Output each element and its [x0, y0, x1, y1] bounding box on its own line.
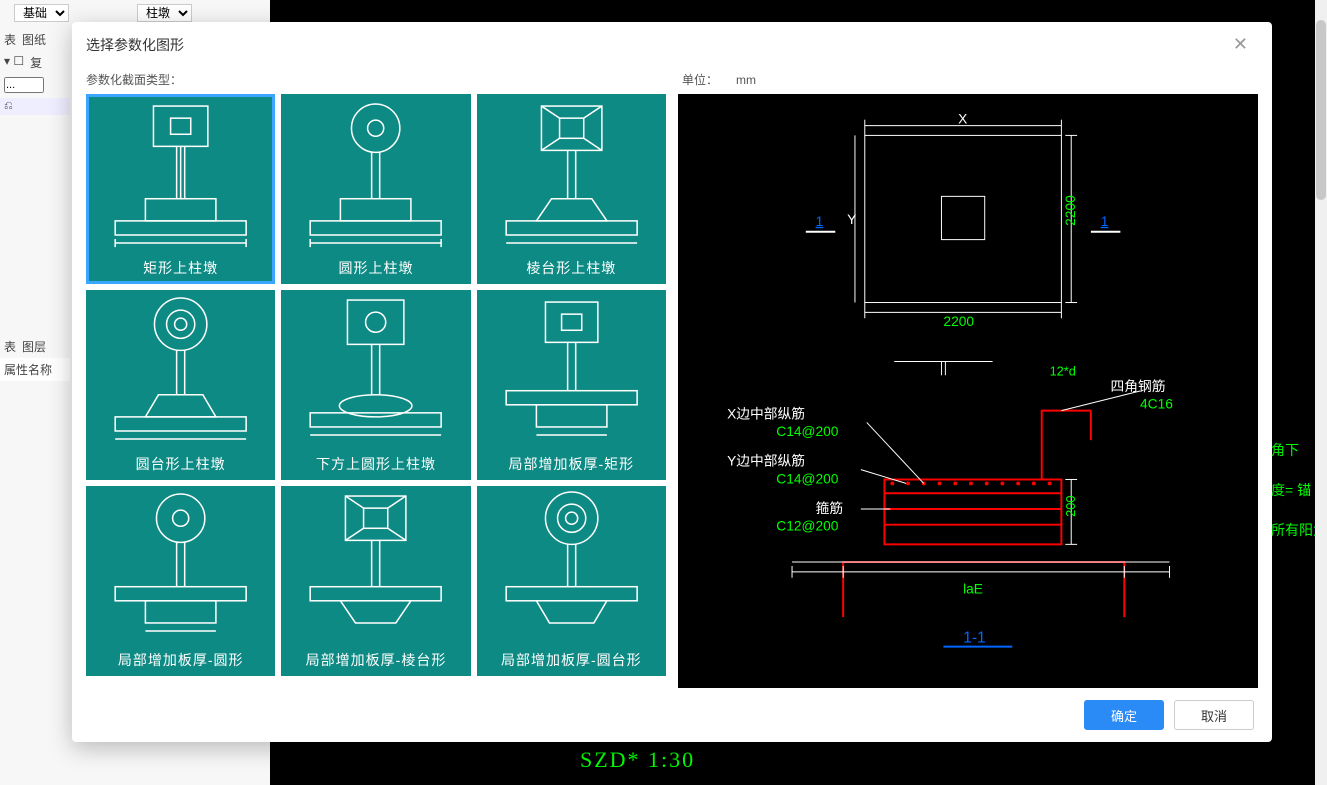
svg-text:C12@200: C12@200: [776, 519, 838, 534]
tile-label: 局部增加板厚-圆台形: [501, 650, 642, 670]
bg-dropdown-basic[interactable]: 基础: [14, 4, 69, 22]
cancel-button[interactable]: 取消: [1174, 700, 1254, 730]
tile-thicken-frustum[interactable]: 局部增加板厚-棱台形: [281, 486, 470, 676]
section-type-label: 参数化截面类型：: [86, 71, 666, 88]
tile-below-circle-top[interactable]: 下方上圆形上柱墩: [281, 290, 470, 480]
tile-thicken-circle[interactable]: 局部增加板厚-圆形: [86, 486, 275, 676]
svg-text:C14@200: C14@200: [776, 424, 838, 439]
svg-text:X边中部纵筋: X边中部纵筋: [727, 406, 805, 422]
tile-label: 圆台形上柱墩: [136, 454, 226, 474]
svg-text:1: 1: [1101, 214, 1109, 229]
svg-text:1-1: 1-1: [963, 630, 986, 647]
svg-text:C14@200: C14@200: [776, 471, 838, 486]
svg-text:2200: 2200: [943, 314, 974, 329]
tile-label: 矩形上柱墩: [143, 258, 218, 278]
tile-grid: 矩形上柱墩: [86, 94, 666, 676]
bg-side-panel: 表图纸 ▾ ☐ 复 ⎌ 表图层 属性名称: [0, 28, 70, 381]
dialog-title: 选择参数化图形: [86, 35, 184, 55]
svg-text:1: 1: [816, 214, 824, 229]
svg-text:2200: 2200: [1063, 195, 1078, 226]
ok-button[interactable]: 确定: [1084, 700, 1164, 730]
tile-label: 下方上圆形上柱墩: [316, 454, 436, 474]
tile-thicken-cone[interactable]: 局部增加板厚-圆台形: [477, 486, 666, 676]
svg-text:Y边中部纵筋: Y边中部纵筋: [727, 453, 805, 469]
preview-canvas: X Y 2200 2200 1 1: [678, 94, 1258, 688]
tile-circle-top[interactable]: 圆形上柱墩: [281, 94, 470, 284]
bg-dropdown-pier[interactable]: 柱墩: [137, 4, 192, 22]
tile-label: 棱台形上柱墩: [526, 258, 616, 278]
svg-text:四角钢筋: 四角钢筋: [1111, 378, 1166, 394]
svg-text:12*d: 12*d: [1050, 363, 1076, 378]
svg-text:箍筋: 箍筋: [816, 500, 844, 516]
scrollbar[interactable]: [1315, 0, 1327, 785]
tile-cone-top[interactable]: 圆台形上柱墩: [86, 290, 275, 480]
bg-bottom-label: SZD* 1:30: [580, 747, 695, 773]
tile-thicken-rect[interactable]: 局部增加板厚-矩形: [477, 290, 666, 480]
svg-text:4C16: 4C16: [1140, 397, 1173, 412]
tile-label: 局部增加板厚-矩形: [508, 454, 634, 474]
bg-search[interactable]: [4, 77, 44, 93]
tile-label: 局部增加板厚-圆形: [118, 650, 244, 670]
svg-text:X: X: [958, 112, 967, 127]
dialog-select-parametric: 选择参数化图形 ✕ 参数化截面类型：: [72, 22, 1272, 742]
unit-value: mm: [736, 73, 756, 87]
svg-text:200: 200: [1063, 496, 1078, 517]
tile-label: 局部增加板厚-棱台形: [306, 650, 447, 670]
tile-label: 圆形上柱墩: [338, 258, 413, 278]
tile-rect-top[interactable]: 矩形上柱墩: [86, 94, 275, 284]
svg-text:Y: Y: [847, 212, 856, 227]
unit-label: 单位：: [682, 71, 718, 88]
tile-frustum-top[interactable]: 棱台形上柱墩: [477, 94, 666, 284]
svg-text:laE: laE: [963, 582, 983, 597]
close-icon[interactable]: ✕: [1227, 32, 1254, 57]
